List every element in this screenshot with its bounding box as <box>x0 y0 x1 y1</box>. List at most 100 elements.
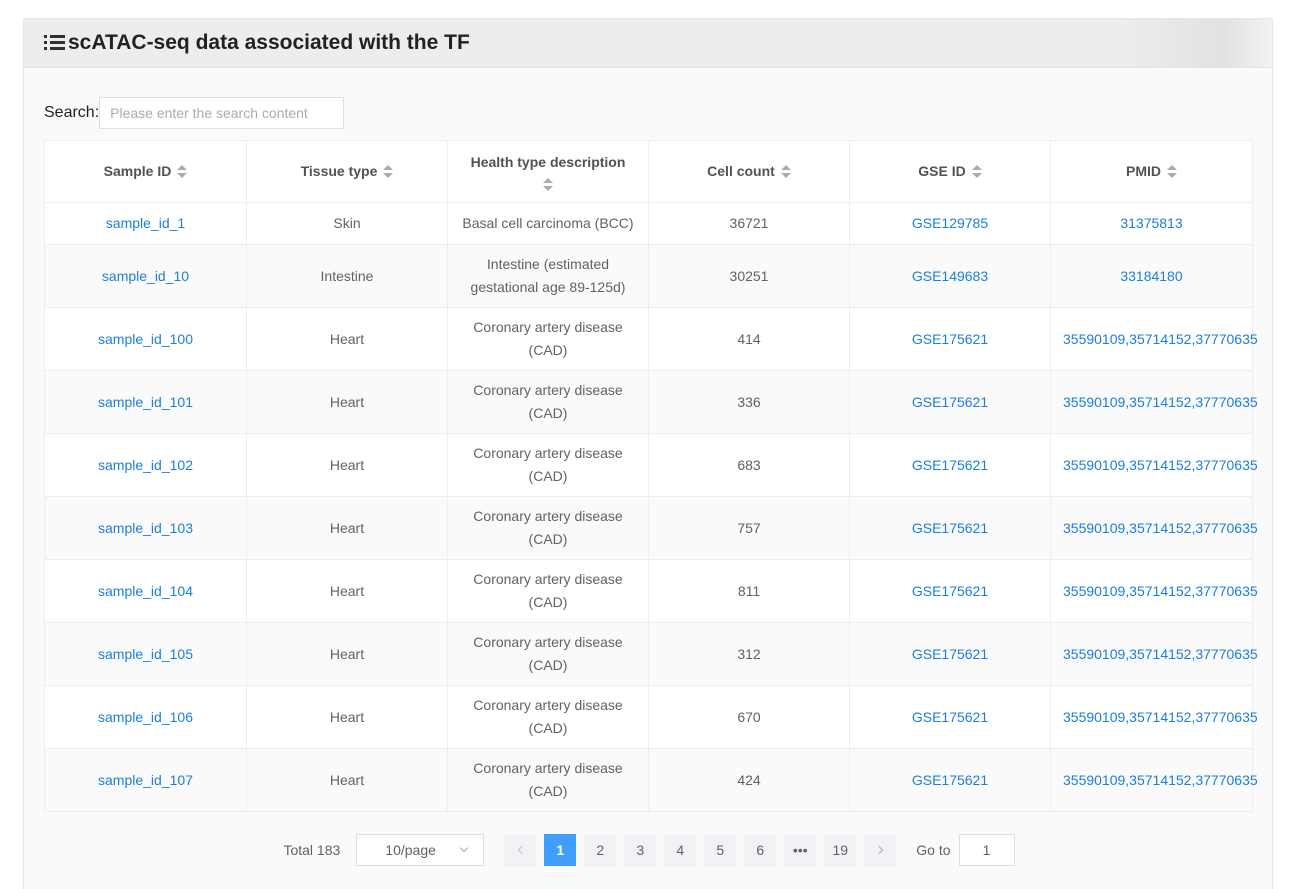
sort-icon[interactable] <box>383 165 394 179</box>
chevron-right-icon <box>874 845 884 855</box>
sample-id-link[interactable]: sample_id_102 <box>98 457 193 473</box>
sample-id-link[interactable]: sample_id_10 <box>102 268 189 284</box>
chevron-down-icon <box>460 843 469 853</box>
table-row: sample_id_101 Heart Coronary artery dise… <box>44 370 1258 434</box>
pmid-link[interactable]: 33184180 <box>1120 268 1182 284</box>
sample-id-link[interactable]: sample_id_104 <box>98 583 193 599</box>
search-row: Search: <box>44 97 345 129</box>
page-size-select[interactable]: 10/page <box>356 834 485 866</box>
cell-count-cell: 36721 <box>648 202 850 245</box>
tissue-type-cell: Heart <box>246 307 448 371</box>
sort-icon[interactable] <box>543 178 553 192</box>
column-header-sample-id[interactable]: Sample ID <box>44 140 247 203</box>
column-header-cell-count[interactable]: Cell count <box>648 140 850 203</box>
tissue-type-cell: Heart <box>246 622 448 686</box>
page-button-1[interactable]: 1 <box>544 834 577 866</box>
page-button-6[interactable]: 6 <box>744 834 777 866</box>
more-pages-button[interactable]: ••• <box>784 834 817 866</box>
gse-id-link[interactable]: GSE175621 <box>912 394 988 410</box>
prev-page-button[interactable] <box>504 834 537 866</box>
gse-id-link[interactable]: GSE175621 <box>912 646 988 662</box>
cell-count-cell: 30251 <box>648 244 850 308</box>
health-type-cell: Coronary artery disease (CAD) <box>447 622 649 686</box>
column-header-gse-id[interactable]: GSE ID <box>849 140 1051 203</box>
data-table: Sample ID Tissue type Health type descri… <box>44 140 1258 812</box>
pmid-link[interactable]: 35590109,35714152,37770635 <box>1063 457 1258 473</box>
pmid-link[interactable]: 35590109,35714152,37770635 <box>1063 520 1258 536</box>
gse-id-link[interactable]: GSE175621 <box>912 709 988 725</box>
health-type-cell: Coronary artery disease (CAD) <box>447 370 649 434</box>
tissue-type-cell: Heart <box>246 559 448 623</box>
pmid-link[interactable]: 35590109,35714152,37770635 <box>1063 331 1258 347</box>
sample-id-link[interactable]: sample_id_105 <box>98 646 193 662</box>
column-header-tissue-type[interactable]: Tissue type <box>246 140 448 203</box>
sample-id-link[interactable]: sample_id_103 <box>98 520 193 536</box>
gse-id-link[interactable]: GSE175621 <box>912 583 988 599</box>
gse-id-link[interactable]: GSE129785 <box>912 215 988 231</box>
cell-count-cell: 424 <box>648 748 850 812</box>
panel-title: scATAC-seq data associated with the TF <box>68 31 470 54</box>
search-input[interactable] <box>99 97 345 129</box>
table-row: sample_id_107 Heart Coronary artery dise… <box>44 748 1258 812</box>
gse-id-link[interactable]: GSE175621 <box>912 772 988 788</box>
cell-count-cell: 312 <box>648 622 850 686</box>
page-button-3[interactable]: 3 <box>624 834 657 866</box>
sort-icon[interactable] <box>177 165 188 179</box>
sample-id-link[interactable]: sample_id_101 <box>98 394 193 410</box>
tissue-type-cell: Heart <box>246 685 448 749</box>
cell-count-cell: 811 <box>648 559 850 623</box>
sort-icon[interactable] <box>1167 165 1177 179</box>
table-row: sample_id_103 Heart Coronary artery dise… <box>44 496 1258 560</box>
tissue-type-cell: Intestine <box>246 244 448 308</box>
gse-id-link[interactable]: GSE149683 <box>912 268 988 284</box>
health-type-cell: Basal cell carcinoma (BCC) <box>447 202 649 245</box>
page-button-5[interactable]: 5 <box>704 834 737 866</box>
goto-page-input[interactable] <box>958 834 1015 866</box>
panel-header: scATAC-seq data associated with the TF <box>24 19 1272 68</box>
gse-id-link[interactable]: GSE175621 <box>912 520 988 536</box>
gse-id-link[interactable]: GSE175621 <box>912 331 988 347</box>
table-row: sample_id_102 Heart Coronary artery dise… <box>44 433 1258 497</box>
goto-group: Go to <box>916 834 1015 866</box>
table-row: sample_id_100 Heart Coronary artery dise… <box>44 307 1258 371</box>
table-row: sample_id_10 Intestine Intestine (estima… <box>44 244 1253 308</box>
tissue-type-cell: Heart <box>246 748 448 812</box>
column-header-health-type[interactable]: Health type description <box>447 140 649 203</box>
cell-count-cell: 683 <box>648 433 850 497</box>
tissue-type-cell: Skin <box>246 202 448 245</box>
cell-count-cell: 336 <box>648 370 850 434</box>
table-row: sample_id_105 Heart Coronary artery dise… <box>44 622 1258 686</box>
page-button-2[interactable]: 2 <box>584 834 617 866</box>
health-type-cell: Intestine (estimated gestational age 89-… <box>447 244 649 308</box>
gse-id-link[interactable]: GSE175621 <box>912 457 988 473</box>
pmid-link[interactable]: 31375813 <box>1120 215 1182 231</box>
table-row: sample_id_106 Heart Coronary artery dise… <box>44 685 1258 749</box>
health-type-cell: Coronary artery disease (CAD) <box>447 559 649 623</box>
search-label: Search: <box>44 104 100 121</box>
pagination: Total 183 10/page 1 2 3 4 5 6 ••• 19 Go … <box>24 834 1274 866</box>
pmid-link[interactable]: 35590109,35714152,37770635 <box>1063 583 1258 599</box>
pmid-link[interactable]: 35590109,35714152,37770635 <box>1063 772 1258 788</box>
page-button-4[interactable]: 4 <box>664 834 697 866</box>
cell-count-cell: 414 <box>648 307 850 371</box>
scatac-panel: scATAC-seq data associated with the TF S… <box>23 18 1273 889</box>
column-header-pmid[interactable]: PMID <box>1050 140 1253 203</box>
pmid-link[interactable]: 35590109,35714152,37770635 <box>1063 646 1258 662</box>
page-button-19[interactable]: 19 <box>824 834 857 866</box>
cell-count-cell: 757 <box>648 496 850 560</box>
pmid-link[interactable]: 35590109,35714152,37770635 <box>1063 709 1258 725</box>
page-size-value: 10/page <box>385 842 436 858</box>
goto-label: Go to <box>916 842 951 858</box>
sample-id-link[interactable]: sample_id_106 <box>98 709 193 725</box>
sample-id-link[interactable]: sample_id_1 <box>106 215 185 231</box>
health-type-cell: Coronary artery disease (CAD) <box>447 685 649 749</box>
sort-icon[interactable] <box>971 165 982 179</box>
sort-icon[interactable] <box>780 165 791 179</box>
sample-id-link[interactable]: sample_id_100 <box>98 331 193 347</box>
sample-id-link[interactable]: sample_id_107 <box>98 772 193 788</box>
table-row: sample_id_1 Skin Basal cell carcinoma (B… <box>44 202 1253 245</box>
next-page-button[interactable] <box>864 834 897 866</box>
pmid-link[interactable]: 35590109,35714152,37770635 <box>1063 394 1258 410</box>
list-icon <box>44 34 66 52</box>
pagination-total: Total 183 <box>283 842 341 858</box>
